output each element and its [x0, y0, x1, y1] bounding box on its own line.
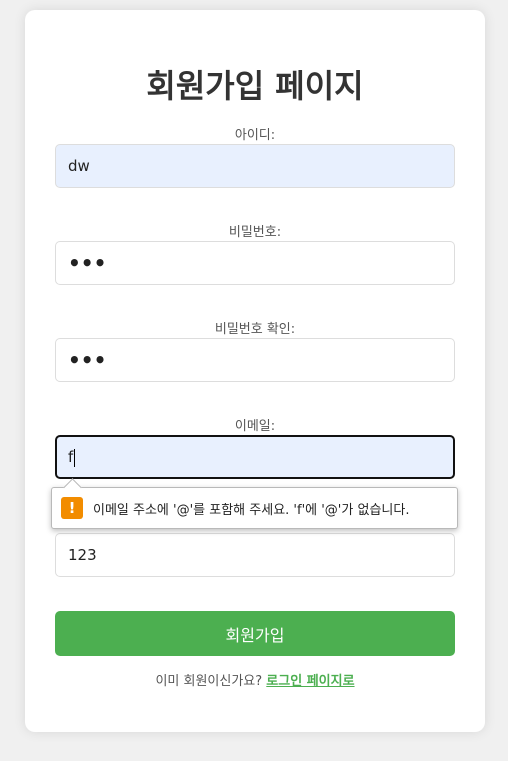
validation-tooltip: ! 이메일 주소에 '@'를 포함해 주세요. 'f'에 '@'가 없습니다. — [51, 487, 458, 529]
signup-card: 회원가입 페이지 아이디: dw 비밀번호: ••• 비밀번호 확인: ••• … — [25, 10, 485, 732]
password-input[interactable]: ••• — [55, 241, 455, 285]
id-input[interactable]: dw — [55, 144, 455, 188]
warning-icon: ! — [61, 497, 83, 519]
page-title: 회원가입 페이지 — [146, 67, 364, 105]
login-prompt-text: 이미 회원이신가요? — [155, 674, 263, 689]
validation-message: 이메일 주소에 '@'를 포함해 주세요. 'f'에 '@'가 없습니다. — [93, 502, 410, 518]
id-label: 아이디: — [234, 128, 276, 143]
email-input-value: f — [68, 448, 74, 466]
id-input-value: dw — [68, 157, 90, 175]
password-label: 비밀번호: — [228, 225, 282, 240]
password-confirm-input[interactable]: ••• — [55, 338, 455, 382]
password-input-value: ••• — [68, 251, 107, 275]
phone-input[interactable]: 123 — [55, 533, 455, 577]
login-link[interactable]: 로그인 페이지로 — [266, 674, 354, 689]
email-input[interactable]: f — [55, 435, 455, 479]
text-caret — [74, 448, 76, 467]
password-confirm-input-value: ••• — [68, 348, 107, 372]
login-prompt: 이미 회원이신가요? 로그인 페이지로 — [25, 670, 485, 689]
email-label: 이메일: — [234, 419, 276, 434]
phone-input-value: 123 — [68, 546, 97, 564]
signup-button[interactable]: 회원가입 — [55, 611, 455, 656]
password-confirm-label: 비밀번호 확인: — [214, 322, 296, 337]
